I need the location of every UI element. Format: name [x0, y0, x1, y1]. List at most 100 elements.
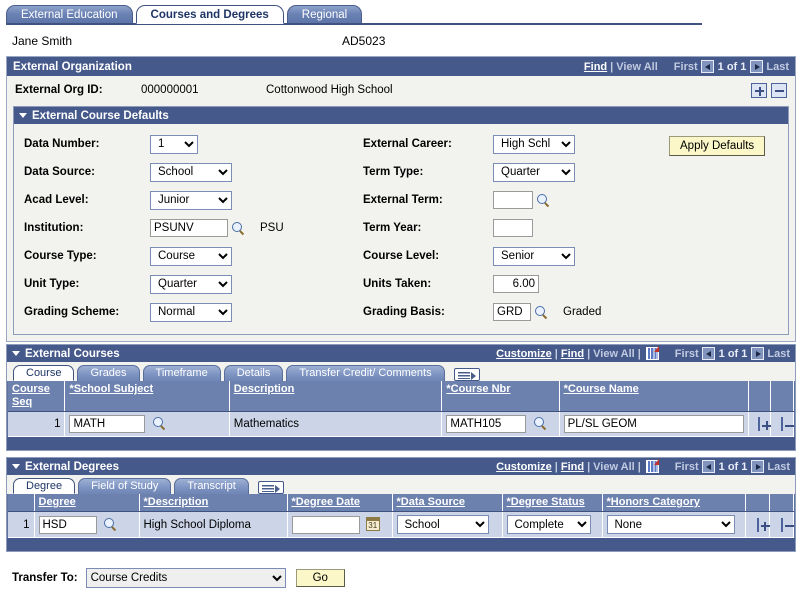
field-term-year: Term Year:	[363, 214, 788, 242]
degrees-collapse-caret-icon[interactable]	[12, 464, 20, 469]
courses-customize-link[interactable]: Customize	[496, 348, 552, 360]
org-last-label[interactable]: Last	[766, 61, 789, 73]
courses-prev-arrow-icon[interactable]	[702, 347, 715, 360]
degrees-customize-link[interactable]: Customize	[496, 461, 552, 473]
field-term-type: Term Type: Quarter	[363, 158, 788, 186]
grid-tab-field-of-study[interactable]: Field of Study	[78, 478, 171, 494]
go-button[interactable]: Go	[296, 569, 345, 587]
degree-add-row-button[interactable]	[757, 518, 759, 532]
tab-courses-and-degrees[interactable]: Courses and Degrees	[136, 5, 284, 24]
grading-scheme-select[interactable]: Normal	[150, 303, 232, 322]
org-first-label[interactable]: First	[674, 61, 698, 73]
units-taken-input[interactable]	[493, 275, 539, 293]
col-school-subject-link[interactable]: *School Subject	[69, 383, 153, 395]
course-name-input[interactable]	[564, 415, 744, 433]
org-view-all-link[interactable]: View All	[616, 61, 658, 73]
degrees-row-count: 1 of 1	[719, 461, 748, 473]
degrees-find-link[interactable]: Find	[561, 461, 584, 473]
col-degree-description-link[interactable]: *Description	[144, 496, 209, 508]
col-degree-status-link[interactable]: *Degree Status	[507, 496, 585, 508]
org-find-link[interactable]: Find	[584, 61, 607, 73]
course-level-select[interactable]: Senior	[493, 247, 575, 266]
course-add-row-button[interactable]	[758, 417, 760, 431]
grading-basis-lookup-icon[interactable]	[534, 305, 549, 320]
school-subject-input[interactable]	[69, 415, 145, 433]
col-description-link[interactable]: Description	[234, 383, 295, 395]
courses-first-label[interactable]: First	[675, 348, 699, 360]
school-subject-lookup-icon[interactable]	[152, 416, 167, 431]
degrees-view-all-link[interactable]: View All	[593, 461, 635, 473]
grid-tab-transcript[interactable]: Transcript	[174, 478, 249, 494]
degree-status-select[interactable]: Complete	[507, 515, 591, 534]
col-course-nbr-link[interactable]: *Course Nbr	[446, 383, 510, 395]
grid-tab-details[interactable]: Details	[224, 365, 284, 381]
honors-category-select[interactable]: None	[607, 515, 735, 534]
degrees-last-label[interactable]: Last	[767, 461, 790, 473]
courses-find-link[interactable]: Find	[561, 348, 584, 360]
org-prev-arrow-icon[interactable]	[701, 60, 714, 73]
col-degree-data-source-link[interactable]: *Data Source	[397, 496, 465, 508]
tab-regional[interactable]: Regional	[287, 5, 362, 24]
grid-tab-timeframe[interactable]: Timeframe	[143, 365, 221, 381]
grading-basis-input[interactable]	[493, 303, 531, 321]
acad-level-select[interactable]: Junior	[150, 191, 232, 210]
grid-tab-grades[interactable]: Grades	[77, 365, 139, 381]
spreadsheet-download-icon[interactable]	[646, 347, 659, 360]
degree-lookup-icon[interactable]	[103, 517, 118, 532]
course-row-course-nbr-cell	[442, 412, 559, 437]
external-degrees-nav: Customize | Find | View All | First 1 of…	[496, 460, 790, 473]
unit-type-select[interactable]: Quarter	[150, 275, 232, 294]
org-add-row-button[interactable]	[751, 83, 767, 98]
degrees-next-arrow-icon[interactable]	[751, 460, 764, 473]
degree-data-source-select[interactable]: School	[397, 515, 489, 534]
course-row-course-name-cell	[559, 412, 748, 437]
tab-external-education[interactable]: External Education	[6, 5, 133, 24]
data-source-select[interactable]: School	[150, 163, 232, 182]
external-term-input[interactable]	[493, 191, 533, 209]
degrees-spreadsheet-download-icon[interactable]	[646, 460, 659, 473]
course-defaults-title: External Course Defaults	[32, 110, 169, 122]
course-nbr-lookup-icon[interactable]	[533, 416, 548, 431]
calendar-icon[interactable]: 31	[366, 517, 380, 531]
courses-last-label[interactable]: Last	[767, 348, 790, 360]
institution-lookup-icon[interactable]	[231, 221, 246, 236]
course-type-select[interactable]: Course	[150, 247, 232, 266]
col-degree-date: *Degree Date	[287, 494, 392, 512]
term-year-input[interactable]	[493, 219, 533, 237]
apply-defaults-button[interactable]: Apply Defaults	[669, 136, 765, 156]
external-term-lookup-icon[interactable]	[536, 193, 551, 208]
transfer-to-select[interactable]: Course Credits	[86, 568, 286, 588]
course-row-description: Mathematics	[229, 412, 442, 437]
institution-input[interactable]	[150, 219, 228, 237]
courses-next-arrow-icon[interactable]	[751, 347, 764, 360]
term-type-label: Term Type:	[363, 166, 493, 178]
grid-tab-degree[interactable]: Degree	[13, 478, 75, 494]
degree-date-input[interactable]	[292, 516, 360, 534]
col-school-subject: *School Subject	[65, 381, 229, 412]
degrees-prev-arrow-icon[interactable]	[702, 460, 715, 473]
external-career-select[interactable]: High Schl	[493, 135, 575, 154]
course-nbr-input[interactable]	[446, 415, 526, 433]
degree-delete-row-button[interactable]	[781, 518, 783, 532]
col-degree-date-link[interactable]: *Degree Date	[292, 496, 360, 508]
courses-view-all-link[interactable]: View All	[593, 348, 635, 360]
col-honors-category-link[interactable]: *Honors Category	[607, 496, 701, 508]
data-number-select[interactable]: 1	[150, 135, 198, 154]
show-all-columns-icon[interactable]	[454, 368, 480, 381]
degrees-first-label[interactable]: First	[675, 461, 699, 473]
degrees-show-all-columns-icon[interactable]	[258, 481, 284, 494]
org-next-arrow-icon[interactable]	[750, 60, 763, 73]
org-delete-row-button[interactable]	[771, 83, 787, 98]
col-course-name-link[interactable]: *Course Name	[564, 383, 639, 395]
external-courses-nav: Customize | Find | View All | First 1 of…	[496, 347, 790, 360]
degree-input[interactable]	[39, 516, 97, 534]
courses-collapse-caret-icon[interactable]	[12, 351, 20, 356]
course-row-school-subject-cell	[65, 412, 229, 437]
term-type-select[interactable]: Quarter	[493, 163, 575, 182]
grid-tab-transfer-credit-comments[interactable]: Transfer Credit/ Comments	[286, 365, 444, 381]
grid-tab-course[interactable]: Course	[13, 365, 74, 381]
col-degree-link[interactable]: Degree	[39, 496, 76, 508]
collapse-caret-icon[interactable]	[19, 113, 27, 118]
col-course-seq-link[interactable]: Course Seq	[12, 383, 50, 408]
course-delete-row-button[interactable]	[781, 417, 783, 431]
